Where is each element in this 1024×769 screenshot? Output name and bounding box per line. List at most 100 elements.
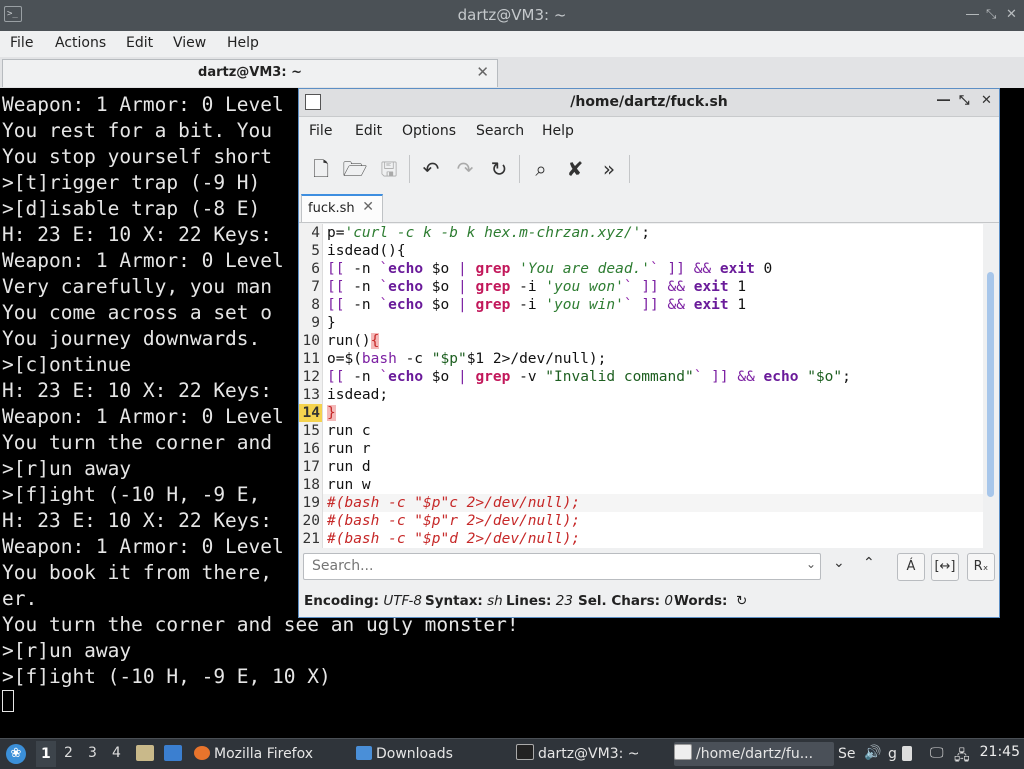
workspace-4[interactable]: 4	[112, 745, 121, 761]
task-se[interactable]: Se	[838, 742, 862, 766]
editor-menu-search[interactable]: Search	[476, 123, 524, 139]
terminal-menu-view[interactable]: View	[173, 35, 206, 51]
clock[interactable]: 21:45	[980, 744, 1020, 760]
match-case-icon[interactable]: Á	[897, 553, 925, 581]
status-lines-value: 23	[555, 593, 573, 609]
code-token: |	[457, 369, 467, 385]
close-tab-icon[interactable]: ✕	[476, 63, 489, 81]
search-input[interactable]	[310, 557, 804, 575]
task-label: dartz@VM3: ~	[538, 746, 640, 762]
whole-word-icon[interactable]: [↔]	[931, 553, 959, 581]
code-token: -i	[510, 297, 546, 313]
terminal-menu-file[interactable]: File	[10, 35, 33, 51]
minimize-icon[interactable]: ―	[966, 7, 979, 23]
code-token: [[	[327, 279, 345, 295]
scrollbar-thumb[interactable]	[987, 272, 994, 497]
code-token: p=	[327, 225, 345, 241]
workspace-2[interactable]: 2	[64, 745, 73, 761]
terminal-tab[interactable]: dartz@VM3: ~ ✕	[2, 59, 498, 87]
code-line: [[ -n `echo $o | grep -i 'you win'` ]] &…	[327, 296, 746, 314]
code-token: #(bash -c "$p"d 2>/dev/null);	[327, 531, 581, 547]
new-file-icon[interactable]: 🗋	[307, 155, 335, 183]
terminal-menu-help[interactable]: Help	[227, 35, 259, 51]
workspace-3[interactable]: 3	[88, 745, 97, 761]
status-bar: Encoding: UTF-8 Syntax: sh Lines: 23 Sel…	[299, 589, 999, 615]
close-icon[interactable]: ✕	[1006, 7, 1017, 23]
search-bar: ⌄ ⌄ ⌃ Á [↔] Rₓ	[299, 550, 999, 586]
code-token: `	[379, 369, 389, 385]
undo-icon[interactable]: ↶	[417, 155, 445, 183]
editor-tab-fuck-sh[interactable]: fuck.sh ✕	[301, 194, 383, 222]
open-folder-icon[interactable]: 🗁	[341, 155, 369, 183]
taskbar: ❀ 1 2 3 4 Mozilla Firefox Downloads dart…	[0, 738, 1024, 769]
line-number: 20	[302, 513, 320, 529]
more-tools-icon[interactable]: »	[595, 155, 623, 183]
line-number: 12	[302, 369, 320, 385]
start-menu-icon[interactable]: ❀	[6, 744, 26, 764]
editor-menu-help[interactable]: Help	[542, 123, 574, 139]
editor-minimize-icon[interactable]: ―	[937, 93, 950, 108]
task-editor[interactable]: /home/dartz/fu...	[674, 742, 834, 766]
volume-icon[interactable]: 🔊	[864, 745, 881, 761]
refresh-words-icon[interactable]: ↻	[736, 593, 747, 609]
file-manager-launcher-icon[interactable]	[136, 745, 154, 761]
current-line-number: 14	[299, 404, 322, 422]
editor-menu-edit[interactable]: Edit	[355, 123, 382, 139]
code-line: #(bash -c "$p"c 2>/dev/null);	[327, 494, 580, 512]
terminal-icon	[516, 744, 534, 760]
regex-icon[interactable]: Rₓ	[967, 553, 995, 581]
code-token: 'you win'	[545, 297, 624, 313]
line-number: 8	[311, 297, 320, 313]
status-words-label: Words:	[674, 593, 728, 609]
find-icon[interactable]: ⌕	[527, 155, 555, 183]
show-desktop-icon[interactable]	[164, 745, 182, 761]
code-token: "$o"	[807, 369, 843, 385]
workspace-1[interactable]: 1	[36, 741, 56, 767]
code-token: -i	[510, 279, 546, 295]
editor-menu-file[interactable]: File	[309, 123, 332, 139]
editor-menu-options[interactable]: Options	[402, 123, 456, 139]
code-token: `	[379, 261, 389, 277]
reload-icon[interactable]: ↻	[485, 155, 513, 183]
terminal-menu-edit[interactable]: Edit	[126, 35, 153, 51]
task-label: /home/dartz/fu...	[696, 746, 814, 762]
save-icon[interactable]: 🖫	[375, 155, 403, 183]
task-g[interactable]: g	[888, 742, 902, 766]
network-icon[interactable]: 🖧	[954, 745, 970, 769]
battery-icon[interactable]	[902, 746, 912, 761]
task-downloads[interactable]: Downloads	[356, 742, 506, 766]
maximize-icon[interactable]: ⤡	[986, 7, 996, 23]
editor-close-icon[interactable]: ✕	[981, 93, 992, 108]
display-icon[interactable]: 🖵	[930, 745, 944, 761]
terminal-cursor	[2, 690, 14, 712]
code-token: ]]	[658, 261, 694, 277]
code-token: 'You are dead.'	[519, 261, 651, 277]
chevron-down-icon[interactable]: ⌄	[806, 557, 816, 571]
editor-icon	[674, 744, 692, 760]
terminal-menu-actions[interactable]: Actions	[55, 35, 106, 51]
code-token: 'you won'	[545, 279, 624, 295]
search-box[interactable]: ⌄	[303, 553, 821, 580]
terminal-line: H: 23 E: 10 X: 22 Keys:	[2, 509, 273, 532]
find-replace-icon[interactable]: ✘	[561, 155, 589, 183]
editor-scrollbar[interactable]	[983, 224, 999, 548]
task-firefox[interactable]: Mozilla Firefox	[194, 742, 344, 766]
code-line: #(bash -c "$p"r 2>/dev/null);	[327, 512, 580, 530]
find-previous-icon[interactable]: ⌃	[863, 555, 875, 571]
code-token: 1	[728, 279, 747, 295]
find-next-icon[interactable]: ⌄	[833, 555, 845, 571]
code-line: isdead(){	[327, 242, 406, 260]
code-token: |	[457, 297, 467, 313]
editor-tabbar: fuck.sh ✕	[299, 192, 999, 223]
code-token: run c	[327, 423, 371, 439]
code-editor[interactable]: 4 5 6 7 8 9 10 11 12 13 14 15 16 17 18 1…	[299, 224, 983, 548]
code-token: run()	[327, 333, 371, 349]
redo-icon[interactable]: ↷	[451, 155, 479, 183]
close-tab-icon[interactable]: ✕	[362, 199, 374, 215]
editor-window: /home/dartz/fuck.sh ― ⤡ ✕ File Edit Opti…	[298, 88, 1000, 618]
editor-maximize-icon[interactable]: ⤡	[959, 93, 969, 108]
task-terminal[interactable]: dartz@VM3: ~	[516, 742, 666, 766]
